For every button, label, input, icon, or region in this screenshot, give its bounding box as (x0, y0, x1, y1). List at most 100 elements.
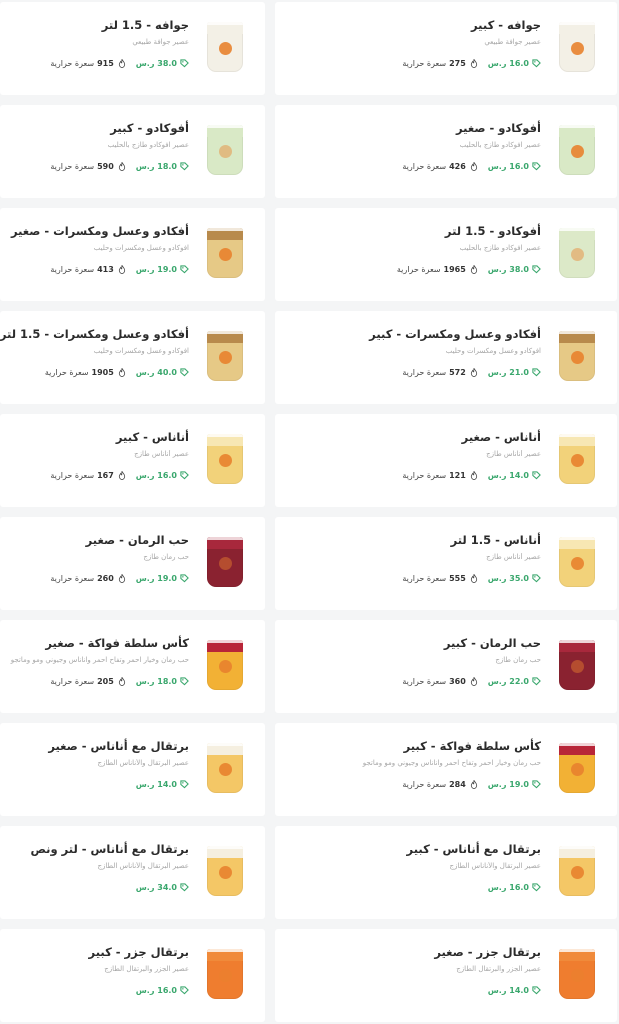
item-description: عصير الجزر والبرتقال الطازج (104, 965, 189, 973)
menu-item-card[interactable]: أفكادو وعسل ومكسرات - كبير افوكادو وعسل … (275, 311, 617, 404)
cup-lid (207, 743, 243, 746)
product-image (203, 741, 247, 797)
item-price: 38.0 ر.س (136, 59, 189, 68)
cup-lid (207, 537, 243, 540)
item-info: أفوكادو - صغير عصير افوكادو طازج بالحليب… (285, 119, 541, 171)
item-info: أفوكادو - 1.5 لتر عصير افوكادو طازج بالح… (285, 222, 541, 274)
juice-cup-icon (207, 22, 243, 72)
item-calories: 915 سعرة حرارية (50, 59, 125, 68)
price-value: 35.0 (509, 574, 529, 583)
cup-lid (207, 640, 243, 643)
flame-icon (470, 162, 477, 171)
item-info: أفكادو وعسل ومكسرات - صغير افوكادو وعسل … (10, 222, 189, 274)
item-name: أناناس - صغير (461, 430, 541, 444)
brand-logo-icon (219, 248, 232, 261)
juice-cup-icon (559, 331, 595, 381)
price-tag-icon (180, 986, 189, 995)
currency-label: ر.س (487, 986, 507, 995)
menu-item-card[interactable]: حب الرمان - كبير حب رمان طازج 22.0 ر.س 3… (275, 620, 617, 713)
item-info: كأس سلطة فواكة - صغير حب رمان وخيار احمر… (10, 634, 189, 686)
menu-grid: جوافه - 1.5 لتر عصير جوافة طبيعي 38.0 ر.… (0, 0, 619, 1024)
brand-logo-icon (571, 660, 584, 673)
item-meta: 40.0 ر.س 1905 سعرة حرارية (10, 368, 189, 377)
menu-item-card[interactable]: أفوكادو - 1.5 لتر عصير افوكادو طازج بالح… (275, 208, 617, 301)
item-name: أناناس - كبير (115, 430, 189, 444)
item-meta: 19.0 ر.س 260 سعرة حرارية (10, 574, 189, 583)
menu-item-card[interactable]: أناناس - كبير عصير أناناس طازج 16.0 ر.س … (0, 414, 265, 507)
menu-item-card[interactable]: أفوكادو - كبير عصير افوكادو طازج بالحليب… (0, 105, 265, 198)
item-description: افوكادو وعسل ومكسرات وحليب (93, 347, 189, 355)
flame-icon (470, 471, 477, 480)
price-value: 16.0 (509, 162, 529, 171)
menu-item-card[interactable]: برتقال مع أناناس - لتر ونص عصير البرتقال… (0, 826, 265, 919)
flame-icon (470, 59, 477, 68)
item-name: برتقال جزر - صغير (434, 945, 541, 959)
item-info: أناناس - كبير عصير أناناس طازج 16.0 ر.س … (10, 428, 189, 480)
item-description: عصير أناناس طازج (486, 553, 541, 561)
price-tag-icon (532, 883, 541, 892)
menu-item-card[interactable]: أناناس - صغير عصير أناناس طازج 14.0 ر.س … (275, 414, 617, 507)
menu-item-card[interactable]: أفوكادو - صغير عصير افوكادو طازج بالحليب… (275, 105, 617, 198)
flame-icon (118, 677, 125, 686)
calorie-value: 121 (449, 471, 466, 480)
menu-item-card[interactable]: برتقال مع أناناس - صغير عصير البرتقال وا… (0, 723, 265, 816)
item-price: 16.0 ر.س (488, 883, 541, 892)
item-price: 22.0 ر.س (488, 677, 541, 686)
calorie-value: 1905 (91, 368, 114, 377)
product-image (555, 432, 599, 488)
juice-cup-icon (559, 743, 595, 793)
menu-item-card[interactable]: برتقال جزر - صغير عصير الجزر والبرتقال ا… (275, 929, 617, 1022)
juice-cup-icon (207, 537, 243, 587)
price-tag-icon (180, 265, 189, 274)
menu-item-card[interactable]: كأس سلطة فواكة - كبير حب رمان وخيار احمر… (275, 723, 617, 816)
menu-item-card[interactable]: برتقال جزر - كبير عصير الجزر والبرتقال ا… (0, 929, 265, 1022)
currency-label: ر.س (487, 677, 507, 686)
item-name: حب الرمان - كبير (443, 636, 541, 650)
item-name: كأس سلطة فواكة - كبير (403, 739, 541, 753)
item-calories: 1965 سعرة حرارية (397, 265, 478, 274)
item-price: 14.0 ر.س (136, 780, 189, 789)
flame-icon (118, 471, 125, 480)
item-calories: 413 سعرة حرارية (50, 265, 125, 274)
brand-logo-icon (219, 866, 232, 879)
menu-item-card[interactable]: أناناس - 1.5 لتر عصير أناناس طازج 35.0 ر… (275, 517, 617, 610)
currency-label: ر.س (135, 883, 155, 892)
flame-icon (470, 677, 477, 686)
price-value: 19.0 (157, 574, 177, 583)
menu-item-card[interactable]: أفكادو وعسل ومكسرات - 1.5 لتر افوكادو وع… (0, 311, 265, 404)
menu-item-card[interactable]: كأس سلطة فواكة - صغير حب رمان وخيار احمر… (0, 620, 265, 713)
calorie-value: 915 (97, 59, 114, 68)
item-description: عصير جوافة طبيعي (132, 38, 189, 46)
product-image (203, 432, 247, 488)
currency-label: ر.س (487, 59, 507, 68)
item-meta: 21.0 ر.س 572 سعرة حرارية (285, 368, 541, 377)
cup-lid (207, 22, 243, 25)
menu-item-card[interactable]: جوافه - كبير عصير جوافة طبيعي 16.0 ر.س 2… (275, 2, 617, 95)
calorie-label: سعرة حرارية (402, 59, 447, 68)
item-description: عصير الجزر والبرتقال الطازج (456, 965, 541, 973)
item-description: افوكادو وعسل ومكسرات وحليب (93, 244, 189, 252)
brand-logo-icon (219, 763, 232, 776)
item-price: 14.0 ر.س (488, 986, 541, 995)
item-name: أفوكادو - صغير (456, 121, 541, 135)
price-value: 16.0 (509, 883, 529, 892)
item-description: حب رمان طازج (495, 656, 541, 664)
calorie-label: سعرة حرارية (50, 677, 95, 686)
item-name: برتقال مع أناناس - صغير (48, 739, 189, 753)
menu-item-card[interactable]: برتقال مع أناناس - كبير عصير البرتقال وا… (275, 826, 617, 919)
flame-icon (470, 368, 477, 377)
product-image (555, 329, 599, 385)
menu-item-card[interactable]: حب الرمان - صغير حب رمان طازج 19.0 ر.س 2… (0, 517, 265, 610)
item-info: حب الرمان - كبير حب رمان طازج 22.0 ر.س 3… (285, 634, 541, 686)
item-description: عصير البرتقال والأناناس الطازج (97, 862, 189, 870)
menu-item-card[interactable]: جوافه - 1.5 لتر عصير جوافة طبيعي 38.0 ر.… (0, 2, 265, 95)
item-description: عصير أناناس طازج (486, 450, 541, 458)
menu-item-card[interactable]: أفكادو وعسل ومكسرات - صغير افوكادو وعسل … (0, 208, 265, 301)
item-price: 19.0 ر.س (488, 780, 541, 789)
juice-cup-icon (559, 125, 595, 175)
brand-logo-icon (571, 351, 584, 364)
item-price: 19.0 ر.س (136, 574, 189, 583)
item-description: عصير أناناس طازج (134, 450, 189, 458)
currency-label: ر.س (487, 780, 507, 789)
item-info: أفكادو وعسل ومكسرات - 1.5 لتر افوكادو وع… (0, 325, 189, 377)
